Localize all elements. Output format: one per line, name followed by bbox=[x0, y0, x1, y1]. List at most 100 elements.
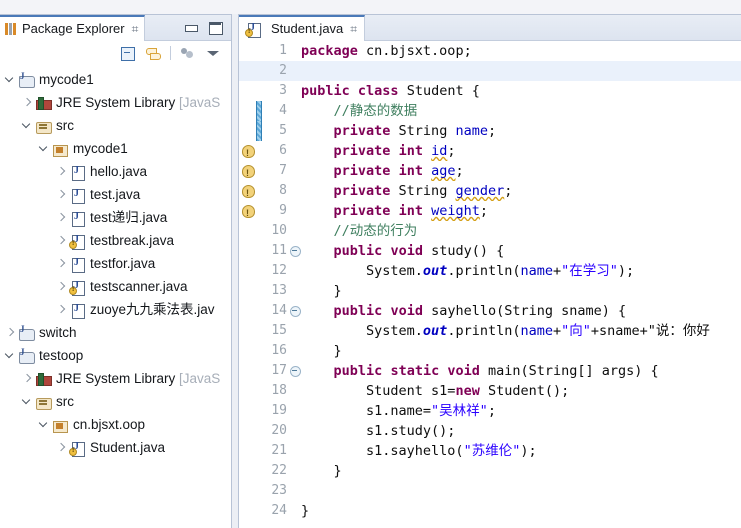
line-number: 24 bbox=[271, 503, 287, 518]
chevron-down-icon[interactable] bbox=[36, 417, 52, 433]
chevron-right-icon[interactable] bbox=[53, 440, 69, 456]
tree-item[interactable]: mycode1 bbox=[0, 137, 231, 160]
chevron-down-icon[interactable] bbox=[2, 72, 18, 88]
chevron-right-icon[interactable] bbox=[2, 325, 18, 341]
chevron-right-icon[interactable] bbox=[53, 302, 69, 318]
chevron-right-icon[interactable] bbox=[53, 279, 69, 295]
code-line[interactable]: 24} bbox=[239, 501, 741, 521]
tree-item-label: testbreak.java bbox=[90, 232, 175, 248]
fold-gutter bbox=[288, 101, 301, 121]
tree-item[interactable]: Student.java bbox=[0, 436, 231, 459]
chevron-right-icon[interactable] bbox=[53, 164, 69, 180]
code-text: } bbox=[301, 283, 342, 299]
tree-item[interactable]: hello.java bbox=[0, 160, 231, 183]
tree-item[interactable]: testoop bbox=[0, 344, 231, 367]
tab-student-java[interactable]: Student.java ⌗ bbox=[239, 14, 366, 41]
chevron-right-icon[interactable] bbox=[19, 95, 35, 111]
warning-marker-icon[interactable] bbox=[239, 201, 256, 223]
annotation-gutter bbox=[239, 301, 256, 321]
code-line[interactable]: 8 private String gender; bbox=[239, 181, 741, 203]
tree-item[interactable]: testbreak.java bbox=[0, 229, 231, 252]
chevron-right-icon[interactable] bbox=[53, 233, 69, 249]
code-line[interactable]: 7 private int age; bbox=[239, 161, 741, 183]
tree-item[interactable]: src bbox=[0, 390, 231, 413]
annotation-gutter bbox=[239, 501, 256, 521]
tree-item-label: JRE System Library [JavaS bbox=[56, 94, 221, 110]
code-line[interactable]: 3 public class Student { bbox=[239, 81, 741, 101]
fold-gutter bbox=[288, 221, 301, 241]
view-menu-icon[interactable] bbox=[205, 45, 221, 61]
code-line[interactable]: 21 s1.sayhello("苏维伦"); bbox=[239, 441, 741, 461]
maximize-icon[interactable] bbox=[208, 21, 223, 35]
editor-body[interactable]: 1 package cn.bjsxt.oop; 2 3 public class Stu… bbox=[239, 41, 741, 528]
code-line[interactable]: 20 s1.study(); bbox=[239, 421, 741, 441]
minimize-icon[interactable] bbox=[184, 21, 198, 35]
code-text: } bbox=[301, 503, 310, 519]
project-tree[interactable]: mycode1 JRE System Library [JavaS src mycod… bbox=[0, 65, 231, 528]
line-number: 8 bbox=[279, 183, 287, 198]
code-line[interactable]: 16 } bbox=[239, 341, 741, 361]
chevron-right-icon[interactable] bbox=[53, 256, 69, 272]
chevron-down-icon[interactable] bbox=[19, 118, 35, 134]
tree-item-label: testscanner.java bbox=[90, 278, 188, 294]
code-line[interactable]: 14 public void sayhello(String sname) { bbox=[239, 301, 741, 321]
code-line[interactable]: 4 //静态的数据 bbox=[239, 101, 741, 121]
tree-item[interactable]: test递归.java bbox=[0, 206, 231, 229]
line-number: 12 bbox=[271, 263, 287, 278]
warning-marker-icon[interactable] bbox=[239, 141, 256, 163]
code-line[interactable]: 22 } bbox=[239, 461, 741, 481]
code-line[interactable]: 11 public void study() { bbox=[239, 241, 741, 261]
line-number: 16 bbox=[271, 343, 287, 358]
code-line[interactable]: 1 package cn.bjsxt.oop; bbox=[239, 41, 741, 61]
fold-collapse-icon[interactable] bbox=[288, 361, 301, 381]
eclipse-workbench: Package Explorer ⌗ mycode1 JRE System Lib… bbox=[0, 0, 741, 528]
tree-item[interactable]: mycode1 bbox=[0, 68, 231, 91]
tree-item[interactable]: JRE System Library [JavaS bbox=[0, 367, 231, 390]
tree-item[interactable]: JRE System Library [JavaS bbox=[0, 91, 231, 114]
tree-item[interactable]: src bbox=[0, 114, 231, 137]
line-number: 20 bbox=[271, 423, 287, 438]
fold-collapse-icon[interactable] bbox=[288, 241, 301, 261]
source-code[interactable]: 1 package cn.bjsxt.oop; 2 3 public class Stu… bbox=[239, 41, 741, 528]
tree-item[interactable]: switch bbox=[0, 321, 231, 344]
code-line[interactable]: 23 bbox=[239, 481, 741, 501]
code-line[interactable]: 19 s1.name="吴林祥"; bbox=[239, 401, 741, 421]
chevron-down-icon[interactable] bbox=[2, 348, 18, 364]
code-line[interactable]: 17 public static void main(String[] args… bbox=[239, 361, 741, 381]
tree-item[interactable]: zuoye九九乘法表.jav bbox=[0, 298, 231, 321]
fold-collapse-icon[interactable] bbox=[288, 301, 301, 321]
close-icon[interactable]: ⌗ bbox=[350, 23, 357, 35]
link-with-editor-icon[interactable] bbox=[145, 45, 161, 61]
tree-item[interactable]: testfor.java bbox=[0, 252, 231, 275]
project-icon bbox=[18, 347, 35, 364]
chevron-right-icon[interactable] bbox=[53, 210, 69, 226]
code-text: private int id; bbox=[333, 143, 456, 159]
chevron-down-icon[interactable] bbox=[19, 394, 35, 410]
tree-item-label: test.java bbox=[90, 186, 141, 202]
code-line[interactable]: 10 //动态的行为 bbox=[239, 221, 741, 241]
tree-item[interactable]: test.java bbox=[0, 183, 231, 206]
code-line[interactable]: 5 private String name; bbox=[239, 121, 741, 141]
code-line[interactable]: 2 bbox=[239, 61, 741, 81]
close-icon[interactable]: ⌗ bbox=[132, 23, 139, 35]
code-text: public static void main(String[] args) { bbox=[333, 363, 659, 379]
collapse-all-icon[interactable] bbox=[120, 45, 136, 61]
code-line[interactable]: 9 private int weight; bbox=[239, 201, 741, 223]
tree-item[interactable]: testscanner.java bbox=[0, 275, 231, 298]
code-line[interactable]: 13 } bbox=[239, 281, 741, 301]
view-options-icon[interactable] bbox=[180, 45, 196, 61]
java-file-icon bbox=[69, 187, 86, 204]
code-line[interactable]: 12 System.out.println(name+"在学习"); bbox=[239, 261, 741, 281]
warning-marker-icon[interactable] bbox=[239, 181, 256, 203]
tree-item[interactable]: cn.bjsxt.oop bbox=[0, 413, 231, 436]
warning-marker-icon[interactable] bbox=[239, 161, 256, 183]
chevron-right-icon[interactable] bbox=[19, 371, 35, 387]
line-number: 15 bbox=[271, 323, 287, 338]
code-line[interactable]: 18 Student s1=new Student(); bbox=[239, 381, 741, 401]
code-text: package cn.bjsxt.oop; bbox=[301, 43, 472, 59]
chevron-right-icon[interactable] bbox=[53, 187, 69, 203]
chevron-down-icon[interactable] bbox=[36, 141, 52, 157]
code-line[interactable]: 15 System.out.println(name+"向"+sname+"说：… bbox=[239, 321, 741, 341]
tab-package-explorer[interactable]: Package Explorer ⌗ bbox=[0, 14, 146, 41]
code-line[interactable]: 6 private int id; bbox=[239, 141, 741, 163]
